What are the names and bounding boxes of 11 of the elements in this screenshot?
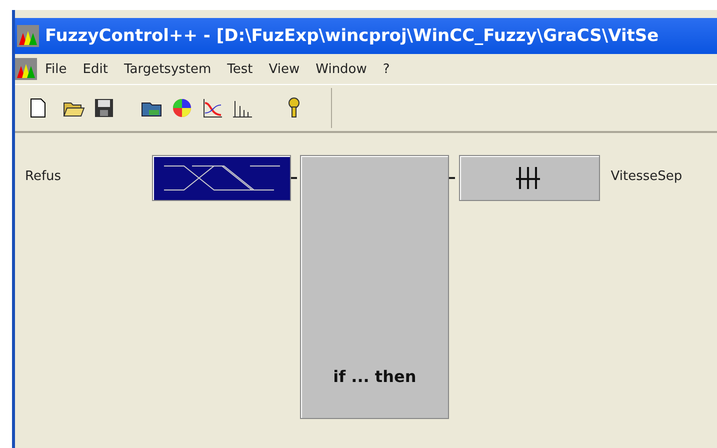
menu-item[interactable]: Edit — [74, 62, 116, 76]
menu-item[interactable]: Window — [308, 62, 375, 76]
menu-item[interactable]: File — [37, 62, 75, 76]
rule-block[interactable]: if ... then — [300, 155, 450, 419]
input-label: Refus — [24, 169, 62, 184]
window-title: FuzzyControl++ - [D:\FuzExp\wincproj\WinCC_Fuzzy\GraCS\VitSe — [45, 26, 659, 46]
menu-item[interactable]: ? — [374, 62, 398, 76]
menu-item[interactable]: Test — [219, 62, 261, 76]
menu-item[interactable]: Targetsystem — [116, 62, 220, 76]
menu-item[interactable]: View — [260, 62, 308, 76]
output-label: VitesseSep — [610, 169, 684, 184]
